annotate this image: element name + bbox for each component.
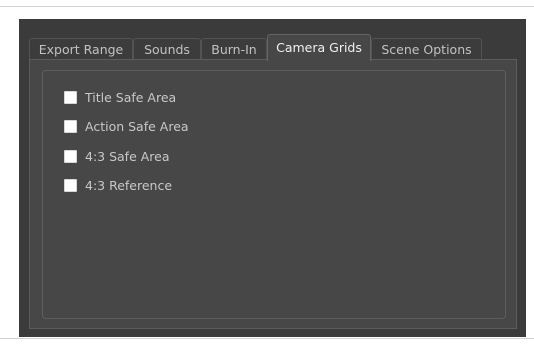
action-safe-area-label: Action Safe Area: [85, 118, 189, 134]
title-safe-area-option[interactable]: Title Safe Area: [64, 89, 176, 105]
tab-scene-options[interactable]: Scene Options: [371, 38, 482, 60]
export-settings-panel: Export Range Sounds Burn-In Camera Grids…: [19, 19, 526, 337]
four-three-safe-area-checkbox[interactable]: [64, 149, 77, 163]
tab-burn-in[interactable]: Burn-In: [201, 38, 267, 60]
tab-export-range[interactable]: Export Range: [29, 38, 133, 60]
four-three-safe-area-option[interactable]: 4:3 Safe Area: [64, 148, 170, 164]
four-three-reference-label: 4:3 Reference: [85, 177, 173, 193]
tab-camera-grids[interactable]: Camera Grids: [267, 34, 371, 61]
bottom-divider: [0, 338, 534, 339]
camera-grids-group: Title Safe Area Action Safe Area 4:3 Saf…: [42, 70, 506, 319]
tab-sounds[interactable]: Sounds: [133, 38, 201, 60]
action-safe-area-checkbox[interactable]: [64, 119, 77, 133]
four-three-safe-area-label: 4:3 Safe Area: [85, 148, 170, 164]
four-three-reference-option[interactable]: 4:3 Reference: [64, 177, 172, 193]
top-divider: [0, 6, 534, 7]
action-safe-area-option[interactable]: Action Safe Area: [64, 118, 189, 134]
title-safe-area-label: Title Safe Area: [85, 89, 177, 105]
camera-grids-tab-content: Title Safe Area Action Safe Area 4:3 Saf…: [29, 59, 517, 329]
title-safe-area-checkbox[interactable]: [64, 90, 77, 104]
four-three-reference-checkbox[interactable]: [64, 178, 77, 192]
